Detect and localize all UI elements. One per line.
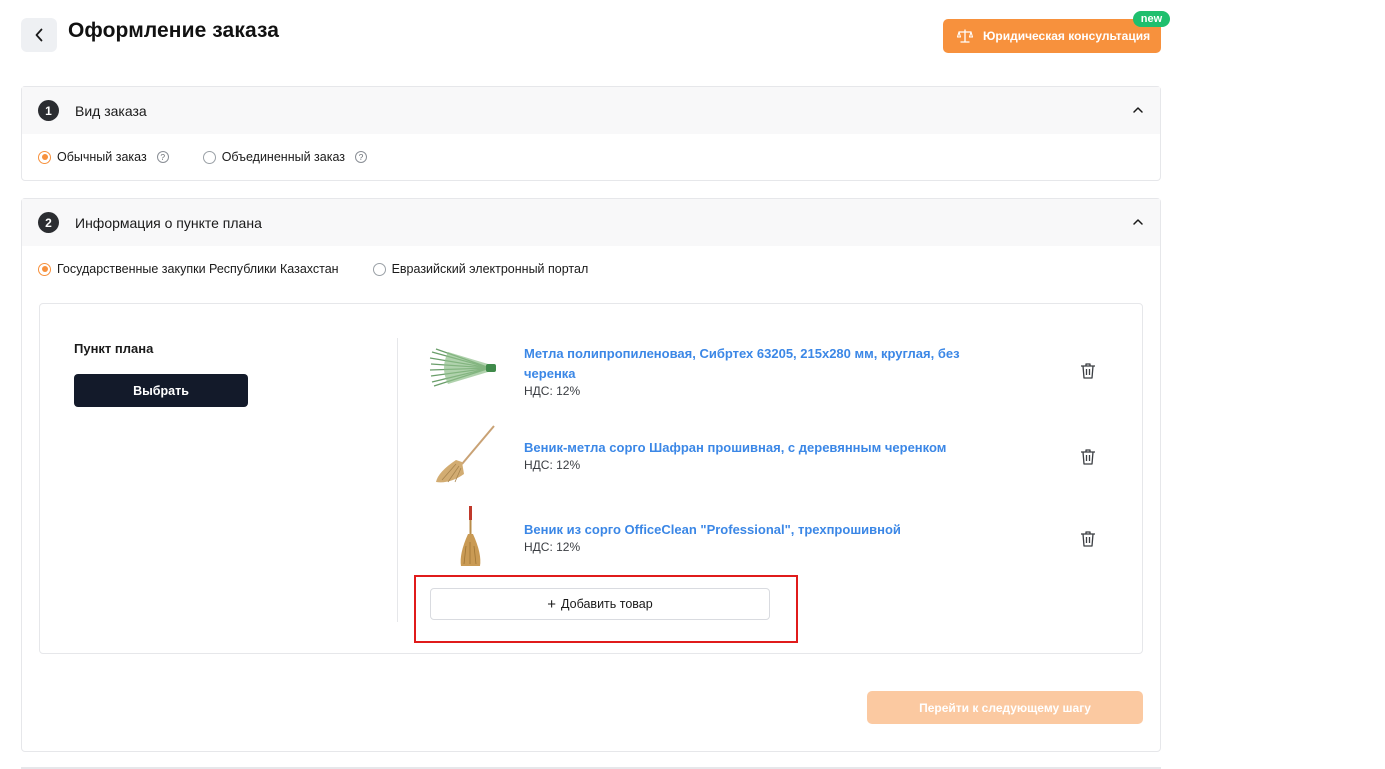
product-item: Метла полипропиленовая, Сибртех 63205, 2… bbox=[420, 338, 1110, 408]
step-number: 2 bbox=[38, 212, 59, 233]
radio-button[interactable] bbox=[372, 262, 386, 276]
select-button[interactable]: Выбрать bbox=[74, 374, 248, 407]
plus-icon: + bbox=[547, 595, 557, 613]
radio-regular-order[interactable]: Обычный заказ ? bbox=[38, 150, 169, 164]
plan-item-box: Пункт плана Выбрать Метла полипропиленов… bbox=[39, 303, 1143, 654]
radio-label: Государственные закупки Республики Казах… bbox=[57, 262, 339, 276]
plan-info-header[interactable]: 2 Информация о пункте плана bbox=[22, 199, 1160, 246]
product-item: Веник из сорго OfficeClean "Professional… bbox=[420, 506, 1110, 576]
product-vat: НДС: 12% bbox=[524, 384, 581, 398]
legal-button-label: Юридическая консультация bbox=[983, 29, 1151, 43]
product-link[interactable]: Веник из сорго OfficeClean "Professional… bbox=[524, 520, 1004, 540]
legal-consultation-button[interactable]: Юридическая консультация bbox=[943, 19, 1161, 53]
order-type-options: Обычный заказ ? Объединенный заказ ? bbox=[22, 134, 1160, 180]
chevron-left-icon bbox=[35, 28, 43, 42]
chevron-up-icon[interactable] bbox=[1132, 105, 1144, 115]
product-image-mop bbox=[429, 348, 496, 387]
product-item: Веник-метла сорго Шафран прошивная, с де… bbox=[420, 424, 1110, 494]
plan-item-label: Пункт плана bbox=[74, 341, 154, 356]
radio-eurasian-portal[interactable]: Евразийский электронный портал bbox=[372, 262, 589, 276]
divider bbox=[397, 338, 398, 622]
radio-gov-procurement[interactable]: Государственные закупки Республики Казах… bbox=[38, 262, 339, 276]
order-type-section: 1 Вид заказа Обычный заказ ? Объединенны… bbox=[21, 86, 1161, 181]
section-title: Информация о пункте плана bbox=[75, 214, 262, 231]
product-vat: НДС: 12% bbox=[524, 458, 581, 472]
radio-button[interactable] bbox=[38, 262, 51, 276]
question-circle-icon[interactable]: ? bbox=[355, 151, 368, 163]
question-circle-icon[interactable]: ? bbox=[156, 151, 169, 163]
product-image-broom bbox=[436, 425, 495, 483]
trash-icon[interactable] bbox=[1080, 362, 1096, 380]
next-step-button[interactable]: Перейти к следующему шагу bbox=[867, 691, 1143, 724]
back-button[interactable] bbox=[21, 18, 57, 52]
product-image-sorghum-broom bbox=[460, 506, 481, 566]
plan-info-section: 2 Информация о пункте плана Государствен… bbox=[21, 198, 1161, 752]
product-link[interactable]: Метла полипропиленовая, Сибртех 63205, 2… bbox=[524, 344, 1004, 384]
radio-button[interactable] bbox=[202, 150, 216, 164]
product-vat: НДС: 12% bbox=[524, 540, 581, 554]
trash-icon[interactable] bbox=[1080, 530, 1096, 548]
scales-icon bbox=[957, 29, 973, 43]
radio-button[interactable] bbox=[38, 150, 51, 164]
order-type-header[interactable]: 1 Вид заказа bbox=[22, 87, 1160, 134]
chevron-up-icon[interactable] bbox=[1132, 217, 1144, 227]
radio-label: Объединенный заказ bbox=[221, 150, 346, 164]
portal-options: Государственные закупки Республики Казах… bbox=[22, 246, 1160, 292]
add-product-label: Добавить товар bbox=[561, 597, 653, 611]
radio-label: Евразийский электронный портал bbox=[391, 262, 589, 276]
radio-combined-order[interactable]: Объединенный заказ ? bbox=[202, 150, 368, 164]
radio-label: Обычный заказ bbox=[57, 150, 147, 164]
section-title: Вид заказа bbox=[75, 102, 147, 119]
new-badge: new bbox=[1133, 11, 1170, 27]
trash-icon[interactable] bbox=[1080, 448, 1096, 466]
step-number: 1 bbox=[38, 100, 59, 121]
page-title: Оформление заказа bbox=[68, 19, 280, 42]
product-link[interactable]: Веник-метла сорго Шафран прошивная, с де… bbox=[524, 438, 1004, 458]
add-product-button[interactable]: + Добавить товар bbox=[430, 588, 770, 620]
